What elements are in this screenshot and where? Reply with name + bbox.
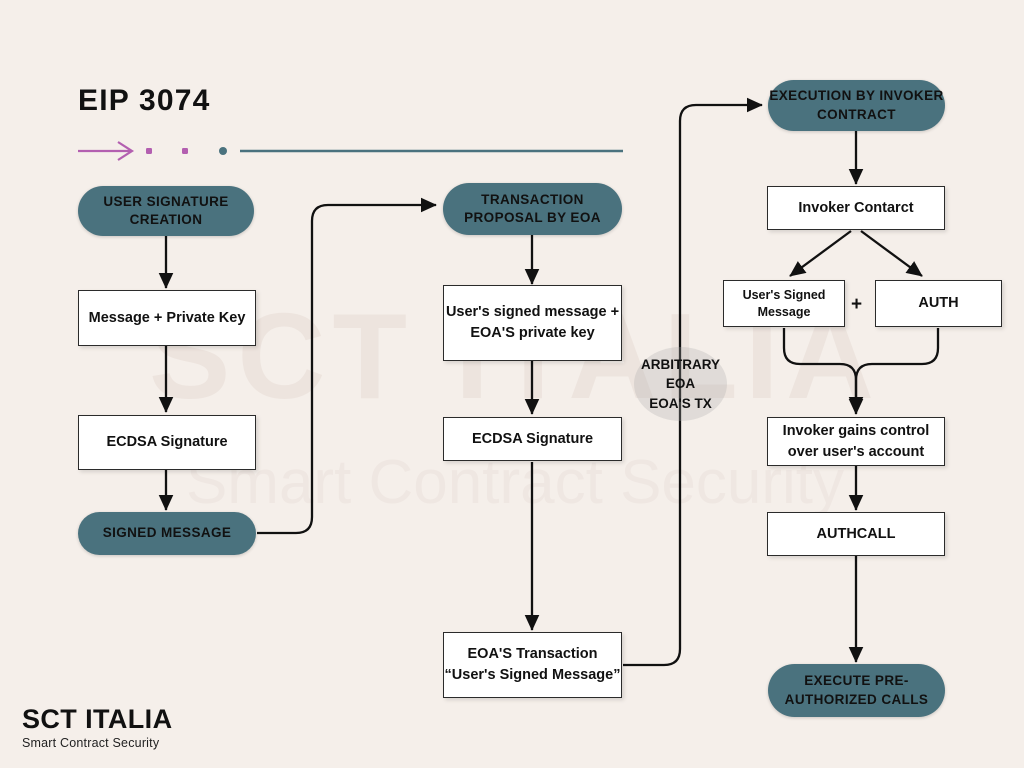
node-invoker-gains-control[interactable]: Invoker gains control over user's accoun… [767, 417, 945, 466]
node-label: AUTHCALL [816, 525, 896, 542]
node-signed-message[interactable]: SIGNED MESSAGE [78, 512, 256, 555]
node-users-signed-message-eoa-key[interactable]: User's signed message + EOA'S private ke… [443, 285, 622, 361]
wire-invoker-to-usersigned-msg [789, 230, 852, 277]
node-user-signature-creation[interactable]: USER SIGNATURE CREATION [78, 186, 254, 236]
node-authcall[interactable]: AUTHCALL [767, 512, 945, 556]
node-ecdsa-signature-1[interactable]: ECDSA Signature [78, 415, 256, 470]
divider-dot-2 [182, 148, 188, 154]
node-label: User's Signed Message [742, 287, 826, 319]
node-label: Message + Private Key [88, 309, 246, 326]
footer-logo: SCT ITALIA Smart Contract Security [22, 706, 172, 750]
node-users-signed-message[interactable]: User's Signed Message [723, 280, 845, 327]
node-label: EXECUTION BY INVOKER CONTRACT [769, 88, 944, 122]
wire-signed-to-proposal [257, 197, 437, 535]
node-auth[interactable]: AUTH [875, 280, 1002, 327]
node-execution-by-invoker-contract[interactable]: EXECUTION BY INVOKER CONTRACT [768, 80, 945, 131]
node-label: SIGNED MESSAGE [102, 525, 232, 541]
node-invoker-contarct[interactable]: Invoker Contarct [767, 186, 945, 230]
node-label: TRANSACTION PROPOSAL BY EOA [464, 191, 601, 225]
node-label: User's signed message + EOA'S private ke… [445, 304, 620, 341]
node-label: USER SIGNATURE CREATION [103, 193, 229, 227]
node-ecdsa-signature-2[interactable]: ECDSA Signature [443, 417, 622, 461]
node-label: ECDSA Signature [471, 430, 594, 447]
node-transaction-proposal-by-eoa[interactable]: TRANSACTION PROPOSAL BY EOA [443, 183, 622, 235]
node-label: EOA'S Transaction “User's Signed Message… [444, 646, 621, 683]
arbitrary-eoa-line-2: EOA [665, 376, 696, 392]
diagram-canvas: SCT ITALIA Smart Contract Security EIP 3… [0, 0, 1024, 768]
combiner-plus-symbol: + [851, 294, 863, 315]
node-label: Invoker gains control over user's accoun… [782, 422, 930, 460]
wire-merge-right [848, 328, 940, 413]
wire-merge-left [782, 328, 864, 415]
node-execute-pre-authorized-calls[interactable]: EXECUTE PRE-AUTHORIZED CALLS [768, 664, 945, 717]
divider-dot-3 [219, 147, 227, 155]
node-label: Invoker Contarct [798, 199, 914, 216]
arbitrary-eoa-line-3: EOA'S TX [649, 395, 712, 411]
divider-dot-1 [146, 148, 152, 154]
node-label: AUTH [918, 295, 959, 312]
node-message-private-key[interactable]: Message + Private Key [78, 290, 256, 346]
footer-logo-sub: Smart Contract Security [22, 736, 160, 750]
node-eoas-transaction[interactable]: EOA'S Transaction “User's Signed Message… [443, 632, 622, 698]
node-arbitrary-eoa: ARBITRARY EOA EOA'S TX [634, 347, 727, 421]
arbitrary-eoa-line-1: ARBITRARY [641, 356, 720, 372]
node-label: ECDSA Signature [106, 434, 228, 451]
node-label: EXECUTE PRE-AUTHORIZED CALLS [784, 673, 929, 707]
page-title: EIP 3074 [78, 84, 211, 117]
footer-logo-main: SCT ITALIA [22, 704, 173, 734]
wire-invoker-to-auth [860, 230, 923, 277]
header-divider [78, 141, 623, 161]
